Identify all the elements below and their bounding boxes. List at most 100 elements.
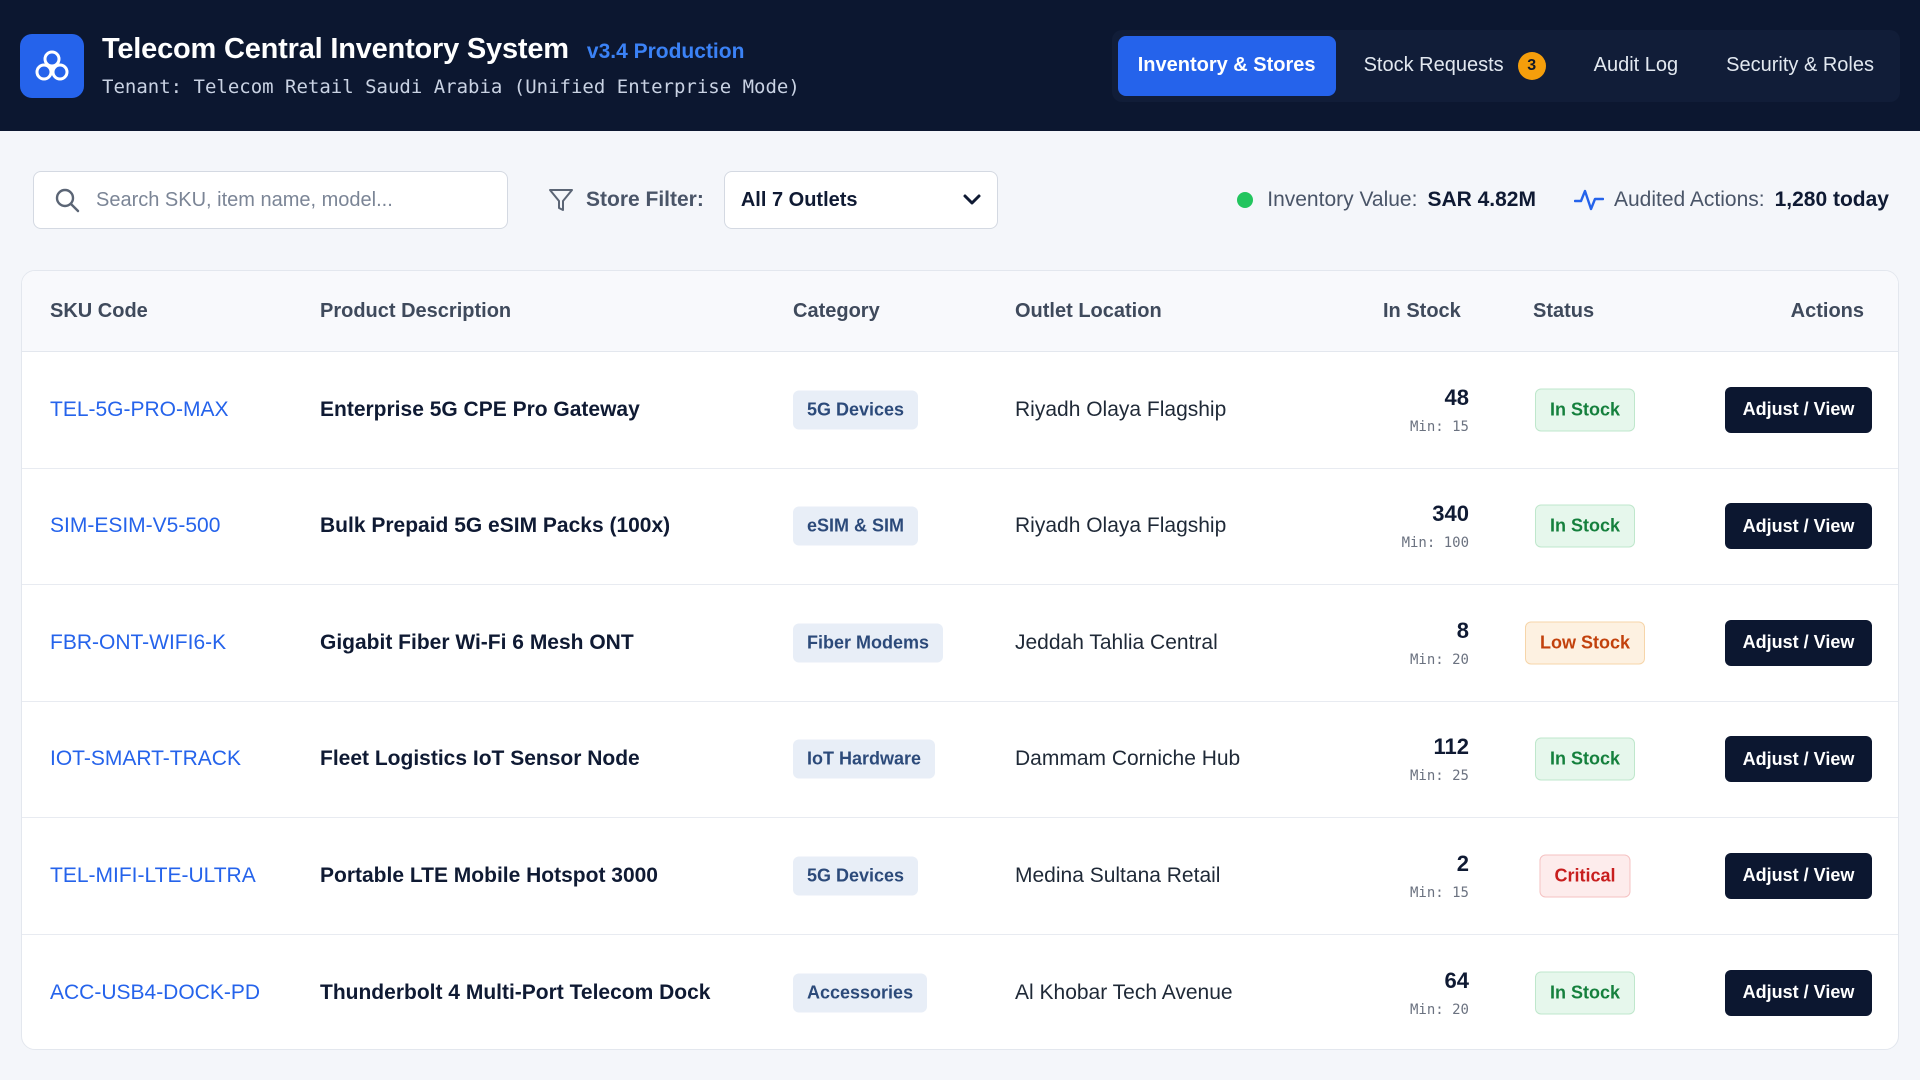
tab-label: Audit Log: [1593, 54, 1679, 76]
search-box[interactable]: [33, 171, 508, 229]
stock-quantity: 48: [1444, 384, 1469, 410]
column-header-sku[interactable]: SKU Code: [50, 300, 148, 323]
search-input[interactable]: [96, 188, 476, 212]
column-header-category[interactable]: Category: [793, 300, 880, 323]
store-filter-label: Store Filter:: [586, 188, 704, 211]
sku-link[interactable]: IOT-SMART-TRACK: [50, 747, 241, 771]
status-dot-icon: [1237, 192, 1254, 208]
table-body: TEL-5G-PRO-MAX Enterprise 5G CPE Pro Gate…: [22, 352, 1898, 1050]
stock-minimum: Min: 15: [1409, 418, 1469, 435]
category-tag: eSIM & SIM: [793, 506, 919, 546]
table-row: IOT-SMART-TRACK Fleet Logistics IoT Senso…: [22, 702, 1898, 818]
stock-quantity: 112: [1433, 734, 1470, 760]
product-description: Fleet Logistics IoT Sensor Node: [320, 747, 640, 771]
audited-actions-value: 1,280 today: [1774, 188, 1889, 211]
table-row: ACC-USB4-DOCK-PD Thunderbolt 4 Multi-Port…: [22, 935, 1898, 1050]
stock-cell: 8 Min: 20: [1329, 618, 1469, 668]
adjust-view-button[interactable]: Adjust / View: [1725, 386, 1872, 433]
store-filter-select[interactable]: All 7 Outlets: [723, 171, 998, 229]
tab-security-roles[interactable]: Security & Roles: [1706, 36, 1894, 96]
store-filter-label-group: Store Filter:: [548, 187, 704, 213]
brand-block: Telecom Central Inventory System v3.4 Pr…: [102, 33, 800, 98]
funnel-icon: [549, 189, 573, 211]
sku-link[interactable]: TEL-MIFI-LTE-ULTRA: [50, 864, 256, 888]
summary-stats: Inventory Value: SAR 4.82M Audited Actio…: [1237, 187, 1889, 213]
stock-cell: 48 Min: 15: [1329, 385, 1469, 435]
column-header-description[interactable]: Product Description: [320, 300, 511, 323]
table-row: FBR-ONT-WIFI6-K Gigabit Fiber Wi-Fi 6 Mes…: [22, 585, 1898, 702]
product-description: Gigabit Fiber Wi-Fi 6 Mesh ONT: [320, 630, 634, 654]
stock-cell: 2 Min: 15: [1329, 851, 1469, 901]
table-row: TEL-MIFI-LTE-ULTRA Portable LTE Mobile Ho…: [22, 818, 1898, 935]
outlet-location: Jeddah Tahlia Central: [1015, 630, 1218, 654]
audited-actions-label: Audited Actions:: [1613, 188, 1765, 211]
stock-quantity: 8: [1456, 617, 1469, 643]
table-header: SKU Code Product Description Category Ou…: [22, 271, 1898, 352]
activity-pulse-icon: [1573, 189, 1604, 211]
table-row: TEL-5G-PRO-MAX Enterprise 5G CPE Pro Gate…: [22, 352, 1898, 469]
adjust-view-button[interactable]: Adjust / View: [1725, 736, 1872, 783]
biohazard-cluster-icon: [35, 50, 69, 80]
tab-inventory-stores[interactable]: Inventory & Stores: [1117, 35, 1336, 96]
stock-minimum: Min: 25: [1409, 768, 1469, 785]
sku-link[interactable]: FBR-ONT-WIFI6-K: [50, 631, 226, 655]
stock-minimum: Min: 20: [1409, 651, 1469, 668]
column-header-outlet[interactable]: Outlet Location: [1015, 300, 1162, 323]
product-description: Thunderbolt 4 Multi-Port Telecom Dock: [320, 980, 711, 1004]
stock-minimum: Min: 15: [1409, 884, 1469, 901]
category-tag: Fiber Modems: [793, 623, 944, 663]
stock-cell: 112 Min: 25: [1329, 734, 1469, 784]
outlet-location: Dammam Corniche Hub: [1015, 747, 1241, 771]
column-header-actions: Actions: [1790, 299, 1864, 322]
outlet-location: Riyadh Olaya Flagship: [1015, 397, 1227, 421]
stock-quantity: 64: [1444, 967, 1469, 993]
tenant-label: Tenant: Telecom Retail Saudi Arabia (Uni…: [102, 76, 800, 98]
stock-minimum: Min: 20: [1409, 1001, 1469, 1018]
column-header-stock[interactable]: In Stock: [1383, 300, 1461, 323]
inventory-value: SAR 4.82M: [1427, 188, 1536, 211]
tab-label: Stock Requests: [1363, 54, 1504, 76]
store-filter-value: All 7 Outlets: [740, 188, 858, 211]
category-tag: 5G Devices: [793, 856, 919, 896]
app-title: Telecom Central Inventory System: [102, 33, 569, 65]
status-badge: In Stock: [1534, 504, 1636, 548]
toolbar: Store Filter: All 7 Outlets Inventory Va…: [33, 171, 1889, 229]
status-badge: In Stock: [1534, 737, 1636, 781]
app-logo[interactable]: [20, 33, 84, 98]
version-label: v3.4 Production: [586, 40, 745, 63]
outlet-location: Riyadh Olaya Flagship: [1015, 514, 1227, 538]
stock-quantity: 2: [1456, 850, 1469, 876]
audited-actions-stat: Audited Actions: 1,280 today: [1573, 187, 1889, 213]
category-tag: IoT Hardware: [793, 739, 936, 779]
product-description: Portable LTE Mobile Hotspot 3000: [320, 863, 658, 887]
search-icon: [55, 188, 80, 213]
sku-link[interactable]: ACC-USB4-DOCK-PD: [50, 981, 260, 1005]
tab-audit-log[interactable]: Audit Log: [1574, 36, 1699, 96]
stock-minimum: Min: 100: [1401, 535, 1469, 552]
product-description: Enterprise 5G CPE Pro Gateway: [320, 397, 640, 421]
category-tag: 5G Devices: [793, 390, 919, 430]
tab-label: Security & Roles: [1726, 54, 1874, 76]
sku-link[interactable]: TEL-5G-PRO-MAX: [50, 398, 229, 422]
status-badge: In Stock: [1534, 971, 1636, 1015]
chevron-down-icon: [963, 194, 981, 205]
main-tabs: Inventory & Stores Stock Requests 3 Audi…: [1111, 29, 1900, 102]
adjust-view-button[interactable]: Adjust / View: [1725, 969, 1872, 1016]
table-row: SIM-ESIM-V5-500 Bulk Prepaid 5G eSIM Pack…: [22, 469, 1898, 585]
top-header: Telecom Central Inventory System v3.4 Pr…: [0, 0, 1920, 131]
stock-cell: 64 Min: 20: [1329, 968, 1469, 1018]
column-header-status[interactable]: Status: [1533, 300, 1594, 323]
stock-quantity: 340: [1432, 501, 1469, 527]
inventory-value-label: Inventory Value:: [1267, 188, 1418, 211]
outlet-location: Medina Sultana Retail: [1015, 863, 1221, 887]
sku-link[interactable]: SIM-ESIM-V5-500: [50, 514, 220, 538]
adjust-view-button[interactable]: Adjust / View: [1725, 503, 1872, 550]
inventory-value-stat: Inventory Value: SAR 4.82M: [1237, 188, 1536, 212]
adjust-view-button[interactable]: Adjust / View: [1725, 619, 1872, 666]
status-badge: Critical: [1539, 854, 1631, 898]
tab-label: Inventory & Stores: [1137, 54, 1316, 76]
inventory-table: SKU Code Product Description Category Ou…: [21, 270, 1899, 1050]
adjust-view-button[interactable]: Adjust / View: [1725, 852, 1872, 899]
tab-stock-requests[interactable]: Stock Requests 3: [1344, 36, 1566, 96]
stock-cell: 340 Min: 100: [1329, 501, 1469, 551]
